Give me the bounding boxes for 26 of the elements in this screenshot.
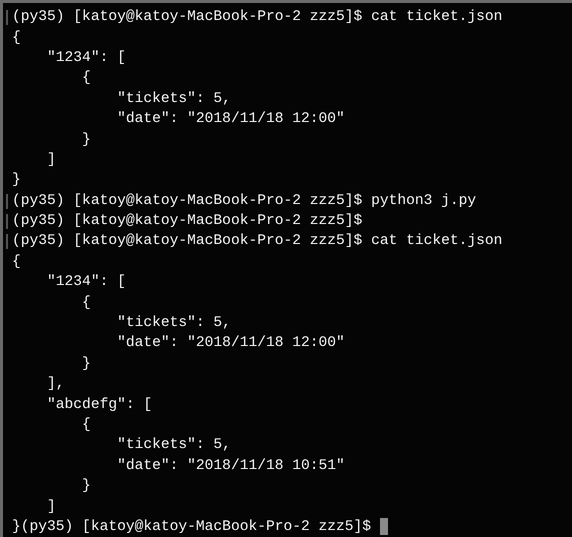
- output-line: "1234": [: [46, 273, 126, 292]
- output-line: {: [12, 252, 21, 272]
- output-line: ],: [46, 375, 65, 394]
- command-line: (py35) [katoy@katoy-MacBook-Pro-2 zzz5]$ python3 j.py: [12, 192, 476, 211]
- output-line: }: [12, 171, 21, 190]
- output-line: "date": "2018/11/18 12:00": [116, 334, 345, 354]
- output-line: ]: [46, 498, 56, 517]
- command-line: (py35) [katoy@katoy-MacBook-Pro-2 zzz5]$ cat ticket.json: [12, 232, 502, 252]
- output-line: {: [81, 294, 91, 313]
- output-line: }: [81, 477, 91, 496]
- command-line: (py35) [katoy@katoy-MacBook-Pro-2 zzz5]$ cat ticket.json: [12, 8, 502, 28]
- output-line: "tickets": 5,: [116, 314, 231, 334]
- output-line: {: [81, 416, 91, 435]
- output-line: }(py35) [katoy@katoy-MacBook-Pro-2 zzz5]$: [12, 518, 372, 537]
- output-line: {: [81, 69, 91, 88]
- output-line: "tickets": 5,: [116, 90, 231, 109]
- output-line: ]: [46, 150, 56, 170]
- output-line: "tickets": 5,: [116, 436, 231, 456]
- output-line: {: [12, 28, 21, 48]
- output-line: "date": "2018/11/18 10:51": [116, 456, 345, 476]
- output-line: }: [81, 354, 91, 374]
- command-line: (py35) [katoy@katoy-MacBook-Pro-2 zzz5]$: [12, 212, 362, 232]
- output-line: "1234": [: [46, 48, 126, 68]
- output-line: }: [81, 130, 91, 150]
- output-line: "date": "2018/11/18 12:00": [116, 110, 345, 130]
- output-line: "abcdefg": [: [46, 396, 152, 415]
